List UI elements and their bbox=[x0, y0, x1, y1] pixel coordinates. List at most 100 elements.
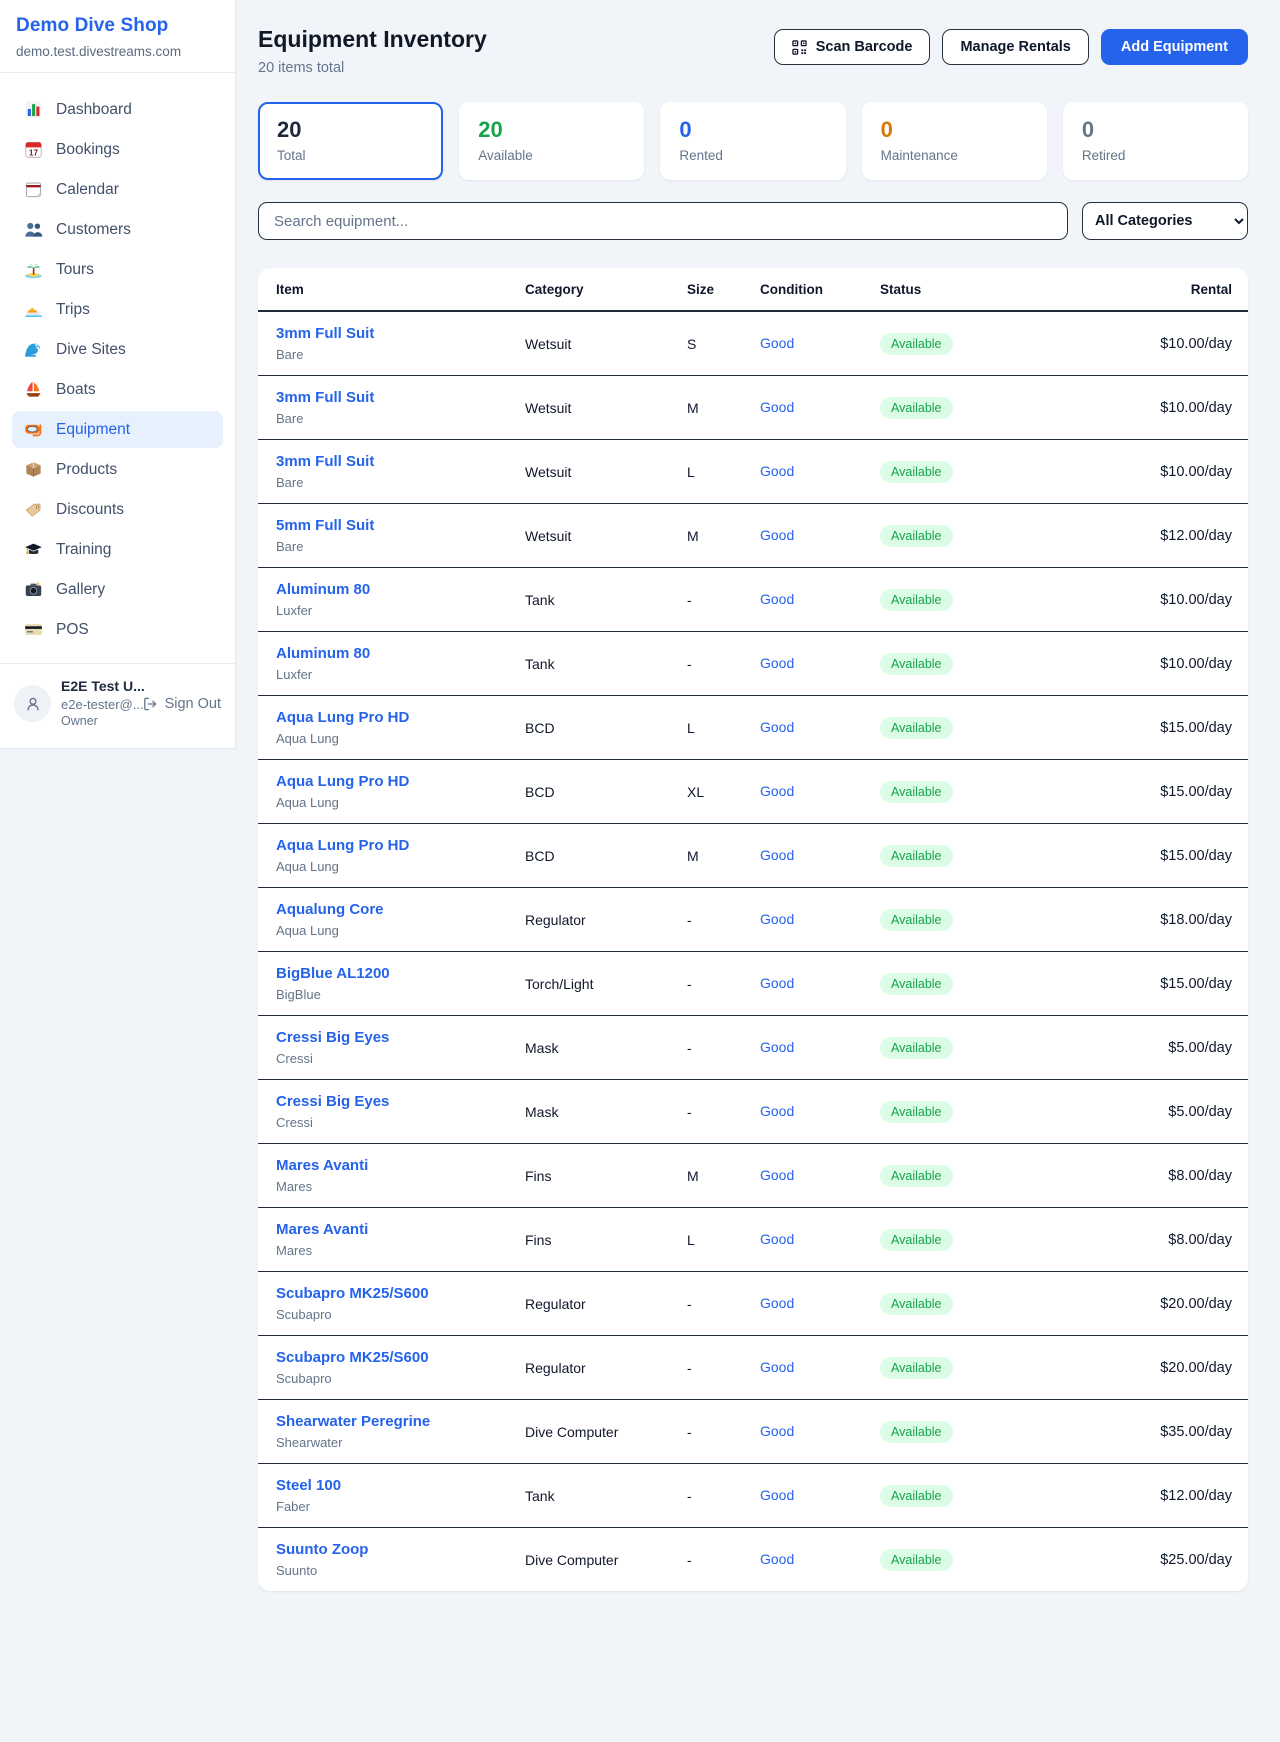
manage-rentals-button[interactable]: Manage Rentals bbox=[942, 29, 1088, 65]
item-condition-link[interactable]: Good bbox=[760, 975, 794, 991]
item-brand: Aqua Lung bbox=[276, 859, 525, 874]
item-name-link[interactable]: Cressi Big Eyes bbox=[276, 1093, 389, 1110]
item-size: - bbox=[687, 1400, 760, 1464]
sidebar-item-training[interactable]: Training bbox=[12, 531, 223, 568]
item-condition-link[interactable]: Good bbox=[760, 783, 794, 799]
item-condition-link[interactable]: Good bbox=[760, 335, 794, 351]
table-row: Aqualung Core Aqua Lung Regulator - Good… bbox=[258, 888, 1248, 952]
item-name-link[interactable]: Aqua Lung Pro HD bbox=[276, 773, 409, 790]
sidebar-item-bookings[interactable]: 17 Bookings bbox=[12, 131, 223, 168]
item-condition-link[interactable]: Good bbox=[760, 399, 794, 415]
item-name-link[interactable]: Scubapro MK25/S600 bbox=[276, 1285, 429, 1302]
item-name-link[interactable]: Scubapro MK25/S600 bbox=[276, 1349, 429, 1366]
item-name-link[interactable]: Aqualung Core bbox=[276, 901, 384, 918]
add-equipment-label: Add Equipment bbox=[1121, 39, 1228, 55]
item-condition-link[interactable]: Good bbox=[760, 847, 794, 863]
item-category: Torch/Light bbox=[525, 952, 687, 1016]
category-select[interactable]: All Categories bbox=[1082, 202, 1248, 240]
sidebar-item-dive-sites[interactable]: Dive Sites bbox=[12, 331, 223, 368]
sidebar-item-boats[interactable]: Boats bbox=[12, 371, 223, 408]
item-rental-rate: $10.00/day bbox=[1110, 440, 1248, 504]
sidebar-item-label: Dive Sites bbox=[56, 341, 126, 359]
item-condition-link[interactable]: Good bbox=[760, 1295, 794, 1311]
sidebar-item-pos[interactable]: POS bbox=[12, 611, 223, 648]
item-name-link[interactable]: BigBlue AL1200 bbox=[276, 965, 390, 982]
sidebar-item-trips[interactable]: Trips bbox=[12, 291, 223, 328]
package-icon bbox=[24, 460, 43, 479]
item-condition-link[interactable]: Good bbox=[760, 719, 794, 735]
sidebar-item-dashboard[interactable]: Dashboard bbox=[12, 91, 223, 128]
item-name-link[interactable]: Mares Avanti bbox=[276, 1221, 368, 1238]
tear-off-calendar-icon bbox=[24, 180, 43, 199]
sidebar-item-gallery[interactable]: Gallery bbox=[12, 571, 223, 608]
item-name-link[interactable]: Aluminum 80 bbox=[276, 645, 370, 662]
sidebar-item-equipment[interactable]: Equipment bbox=[12, 411, 223, 448]
search-input[interactable] bbox=[258, 202, 1068, 240]
table-row: Aqua Lung Pro HD Aqua Lung BCD M Good Av… bbox=[258, 824, 1248, 888]
item-category: Dive Computer bbox=[525, 1400, 687, 1464]
stat-label: Total bbox=[277, 148, 424, 163]
item-condition-link[interactable]: Good bbox=[760, 1423, 794, 1439]
column-header-size: Size bbox=[687, 268, 760, 311]
sign-out-button[interactable]: Sign Out bbox=[142, 696, 221, 712]
sidebar-item-calendar[interactable]: Calendar bbox=[12, 171, 223, 208]
item-condition-link[interactable]: Good bbox=[760, 591, 794, 607]
column-header-item: Item bbox=[258, 268, 525, 311]
item-name-link[interactable]: Aluminum 80 bbox=[276, 581, 370, 598]
item-condition-link[interactable]: Good bbox=[760, 1231, 794, 1247]
item-name-link[interactable]: Suunto Zoop bbox=[276, 1541, 368, 1558]
item-name-link[interactable]: Aqua Lung Pro HD bbox=[276, 709, 409, 726]
item-name-link[interactable]: Aqua Lung Pro HD bbox=[276, 837, 409, 854]
item-condition-link[interactable]: Good bbox=[760, 1487, 794, 1503]
scan-barcode-label: Scan Barcode bbox=[816, 39, 913, 55]
sidebar-item-label: Discounts bbox=[56, 501, 124, 519]
item-name-link[interactable]: Steel 100 bbox=[276, 1477, 341, 1494]
item-condition-link[interactable]: Good bbox=[760, 911, 794, 927]
desert-island-icon bbox=[24, 260, 43, 279]
item-name-link[interactable]: Mares Avanti bbox=[276, 1157, 368, 1174]
column-header-status: Status bbox=[880, 268, 1110, 311]
table-row: BigBlue AL1200 BigBlue Torch/Light - Goo… bbox=[258, 952, 1248, 1016]
diving-mask-icon bbox=[24, 420, 43, 439]
status-badge: Available bbox=[880, 1037, 953, 1059]
item-category: Tank bbox=[525, 568, 687, 632]
status-badge: Available bbox=[880, 909, 953, 931]
item-rental-rate: $12.00/day bbox=[1110, 1464, 1248, 1528]
item-condition-link[interactable]: Good bbox=[760, 655, 794, 671]
item-name-link[interactable]: Shearwater Peregrine bbox=[276, 1413, 430, 1430]
item-condition-link[interactable]: Good bbox=[760, 463, 794, 479]
table-row: Shearwater Peregrine Shearwater Dive Com… bbox=[258, 1400, 1248, 1464]
status-badge: Available bbox=[880, 525, 953, 547]
item-category: Regulator bbox=[525, 1336, 687, 1400]
item-name-link[interactable]: 3mm Full Suit bbox=[276, 453, 374, 470]
sidebar-item-tours[interactable]: Tours bbox=[12, 251, 223, 288]
item-name-link[interactable]: 3mm Full Suit bbox=[276, 325, 374, 342]
item-condition-link[interactable]: Good bbox=[760, 1551, 794, 1567]
stat-card-available[interactable]: 20 Available bbox=[459, 102, 644, 180]
item-rental-rate: $25.00/day bbox=[1110, 1528, 1248, 1592]
item-condition-link[interactable]: Good bbox=[760, 527, 794, 543]
status-badge: Available bbox=[880, 1549, 953, 1571]
item-name-link[interactable]: Cressi Big Eyes bbox=[276, 1029, 389, 1046]
stat-card-maintenance[interactable]: 0 Maintenance bbox=[862, 102, 1047, 180]
user-email: e2e-tester@... bbox=[61, 696, 132, 714]
stat-card-total[interactable]: 20 Total bbox=[258, 102, 443, 180]
sidebar-item-discounts[interactable]: Discounts bbox=[12, 491, 223, 528]
item-size: - bbox=[687, 1016, 760, 1080]
status-badge: Available bbox=[880, 1229, 953, 1251]
stat-card-retired[interactable]: 0 Retired bbox=[1063, 102, 1248, 180]
item-condition-link[interactable]: Good bbox=[760, 1103, 794, 1119]
sidebar-item-products[interactable]: Products bbox=[12, 451, 223, 488]
item-condition-link[interactable]: Good bbox=[760, 1167, 794, 1183]
scan-barcode-button[interactable]: Scan Barcode bbox=[774, 29, 931, 65]
add-equipment-button[interactable]: Add Equipment bbox=[1101, 29, 1248, 65]
sign-out-icon bbox=[142, 696, 158, 712]
stat-card-rented[interactable]: 0 Rented bbox=[660, 102, 845, 180]
sidebar-item-customers[interactable]: Customers bbox=[12, 211, 223, 248]
item-condition-link[interactable]: Good bbox=[760, 1039, 794, 1055]
item-condition-link[interactable]: Good bbox=[760, 1359, 794, 1375]
sidebar-item-label: Calendar bbox=[56, 181, 119, 199]
item-name-link[interactable]: 5mm Full Suit bbox=[276, 517, 374, 534]
item-brand: Mares bbox=[276, 1179, 525, 1194]
item-name-link[interactable]: 3mm Full Suit bbox=[276, 389, 374, 406]
